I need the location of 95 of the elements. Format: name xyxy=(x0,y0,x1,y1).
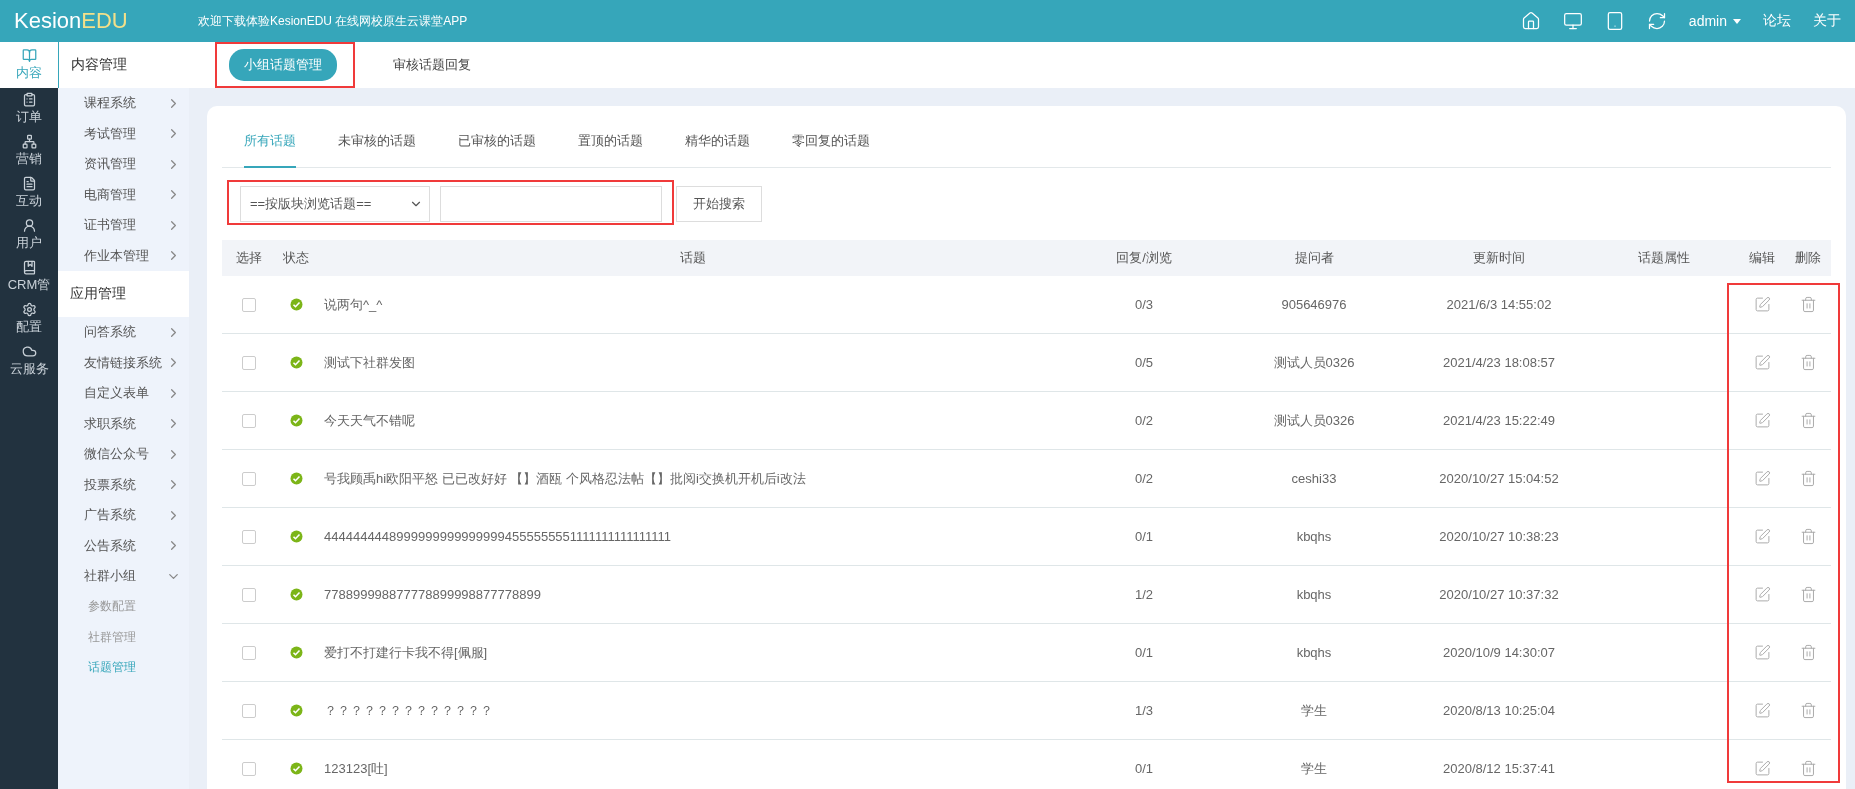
topic-cell-text: 今天天气不错呢 xyxy=(323,411,416,430)
rail-item[interactable]: 互动 xyxy=(0,172,58,214)
filter-tab[interactable]: 已审核的话题 xyxy=(458,116,536,168)
author-cell-text: 测试人员0326 xyxy=(1272,411,1356,430)
author-cell-text: ceshi33 xyxy=(1290,471,1338,486)
updated-cell-text: 2021/4/23 18:08:57 xyxy=(1441,355,1557,370)
replies-cell-text: 0/2 xyxy=(1133,471,1155,486)
updated-cell-text: 2020/10/27 15:04:52 xyxy=(1438,471,1560,486)
submenu-label: 微信公众号 xyxy=(84,445,149,464)
submenu-label: 问答系统 xyxy=(84,323,136,342)
submenu-item[interactable]: 社群小组 xyxy=(58,561,189,592)
updated-cell-text: 2020/10/27 10:38:23 xyxy=(1438,529,1560,544)
column-header: 提问者 xyxy=(1293,249,1335,267)
rail-item[interactable]: 用户 xyxy=(0,214,58,256)
replies-cell-text: 0/1 xyxy=(1133,645,1155,660)
submenu-item[interactable]: 电商管理 xyxy=(58,179,189,210)
rail-item[interactable]: 订单 xyxy=(0,88,58,130)
rail-item[interactable]: CRM管 xyxy=(0,256,58,298)
author-cell-text: kbqhs xyxy=(1295,645,1333,660)
column-header: 更新时间 xyxy=(1472,249,1526,267)
author-cell-text: 学生 xyxy=(1300,701,1328,720)
replies-cell-text: 1/2 xyxy=(1133,587,1155,602)
submenu-item[interactable]: 作业本管理 xyxy=(58,240,189,271)
author-cell-text: 学生 xyxy=(1300,759,1328,778)
submenu-label: 考试管理 xyxy=(84,124,136,143)
column-header: 回复/浏览 xyxy=(1115,249,1173,267)
topic-cell-text: 44444444489999999999999994555555551111111111111111 xyxy=(323,529,673,544)
submenu-item[interactable]: 自定义表单 xyxy=(58,378,189,409)
column-header: 话题属性 xyxy=(1637,249,1691,267)
filter-tab[interactable]: 置顶的话题 xyxy=(578,116,643,168)
replies-cell-text: 0/2 xyxy=(1133,413,1155,428)
author-cell-text: 905646976 xyxy=(1280,297,1348,312)
replies-cell-text: 0/1 xyxy=(1133,529,1155,544)
column-header: 删除 xyxy=(1794,249,1822,267)
updated-cell-text: 2020/10/9 14:30:07 xyxy=(1441,645,1557,660)
submenu-item[interactable]: 广告系统 xyxy=(58,500,189,531)
filter-tab[interactable]: 未审核的话题 xyxy=(338,116,416,168)
topic-cell-text: 爱打不打建行卡我不得[佩服] xyxy=(323,643,489,662)
updated-cell-text: 2021/6/3 14:55:02 xyxy=(1445,297,1553,312)
submenu-label: 课程系统 xyxy=(84,94,136,113)
submenu-label: 资讯管理 xyxy=(84,155,136,174)
updated-cell-text: 2020/8/12 15:37:41 xyxy=(1441,761,1557,776)
author-cell-text: kbqhs xyxy=(1295,529,1333,544)
menu-section-title: 应用管理 xyxy=(58,271,189,317)
submenu-item[interactable]: 问答系统 xyxy=(58,317,189,348)
submenu-label: 广告系统 xyxy=(84,506,136,525)
submenu-item[interactable]: 友情链接系统 xyxy=(58,347,189,378)
updated-cell-text: 2020/10/27 10:37:32 xyxy=(1438,587,1560,602)
author-cell-text: kbqhs xyxy=(1295,587,1333,602)
submenu-label: 电商管理 xyxy=(84,185,136,204)
page-tab[interactable]: 审核话题回复 xyxy=(393,49,471,81)
submenu-item[interactable]: 公告系统 xyxy=(58,530,189,561)
replies-cell-text: 1/3 xyxy=(1133,703,1155,718)
submenu-label: 自定义表单 xyxy=(84,384,149,403)
column-header: 状态 xyxy=(282,249,310,267)
submenu-item[interactable]: 课程系统 xyxy=(58,88,189,119)
rail-item[interactable]: 配置 xyxy=(0,298,58,340)
board-select[interactable]: ==按版块浏览话题== xyxy=(240,186,430,222)
submenu-label: 作业本管理 xyxy=(84,246,149,265)
search-button[interactable]: 开始搜索 xyxy=(676,186,762,222)
submenu-item[interactable]: 求职系统 xyxy=(58,408,189,439)
rail-item[interactable]: 营销 xyxy=(0,130,58,172)
updated-cell-text: 2020/8/13 10:25:04 xyxy=(1441,703,1557,718)
submenu-label: 投票系统 xyxy=(84,475,136,494)
topic-cell-text: 778899998877778899998877778899 xyxy=(323,587,542,602)
topic-cell-text: 号我顾禹hi欧阳平怒 已已改好好 【】酒瓯 个风格忍法帖【】批阅i交换机开机后i改法 xyxy=(323,469,807,488)
submenu-label: 友情链接系统 xyxy=(84,353,162,372)
logo-text: Kesion xyxy=(14,8,82,34)
rail-item[interactable]: 云服务 xyxy=(0,340,58,382)
filter-tab[interactable]: 精华的话题 xyxy=(685,116,750,168)
logo-text: EDU xyxy=(81,8,128,34)
replies-cell-text: 0/5 xyxy=(1133,355,1155,370)
submenu-label: 社群小组 xyxy=(84,567,136,586)
column-header: 选择 xyxy=(235,249,263,267)
replies-cell-text: 0/1 xyxy=(1133,761,1155,776)
submenu-item[interactable]: 证书管理 xyxy=(58,210,189,241)
topic-cell-text: 测试下社群发图 xyxy=(323,353,416,372)
submenu-label: 证书管理 xyxy=(84,216,136,235)
submenu-label: 求职系统 xyxy=(84,414,136,433)
topic-cell-text: 123123[吐] xyxy=(323,759,389,778)
submenu-item[interactable]: 投票系统 xyxy=(58,469,189,500)
topic-cell-text: ？？？？？？？？？？？？？ xyxy=(323,701,494,720)
topic-cell-text: 说两句^_^ xyxy=(323,295,384,314)
submenu-item[interactable]: 资讯管理 xyxy=(58,149,189,180)
updated-cell-text: 2021/4/23 15:22:49 xyxy=(1441,413,1557,428)
announcement-text: 欢迎下载体验KesionEDU 在线网校原生云课堂APP xyxy=(198,12,468,30)
menu-section-title: 内容管理 xyxy=(58,42,189,88)
submenu-label: 公告系统 xyxy=(84,536,136,555)
submenu-item[interactable]: 考试管理 xyxy=(58,118,189,149)
author-cell-text: 测试人员0326 xyxy=(1272,353,1356,372)
replies-cell-text: 0/3 xyxy=(1133,297,1155,312)
column-header: 编辑 xyxy=(1748,249,1776,267)
column-header: 话题 xyxy=(678,249,707,267)
submenu-item[interactable]: 微信公众号 xyxy=(58,439,189,470)
filter-tab[interactable]: 零回复的话题 xyxy=(792,116,870,168)
